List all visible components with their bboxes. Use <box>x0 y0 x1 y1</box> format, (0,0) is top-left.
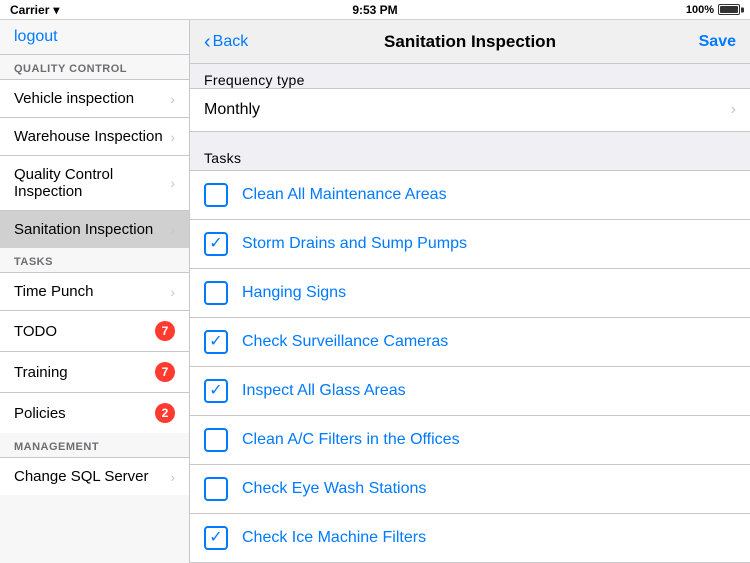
save-button[interactable]: Save <box>699 33 736 51</box>
policies-badge: 2 <box>155 403 175 423</box>
status-carrier: Carrier ▾ <box>10 3 59 17</box>
status-bar: Carrier ▾ 9:53 PM 100% <box>0 0 750 20</box>
task-label-check-surveillance[interactable]: Check Surveillance Cameras <box>242 333 448 351</box>
chevron-right-icon: › <box>170 469 175 485</box>
task-checkbox-check-surveillance[interactable]: ✓ <box>204 330 228 354</box>
task-checkbox-check-eyewash[interactable] <box>204 477 228 501</box>
frequency-section-header: Frequency type <box>190 64 750 88</box>
sidebar-logout-section: logout <box>0 20 189 55</box>
task-label-storm-drains[interactable]: Storm Drains and Sump Pumps <box>242 235 467 253</box>
checkmark-icon: ✓ <box>209 334 222 350</box>
training-badge: 7 <box>155 362 175 382</box>
tasks-section-header: Tasks <box>190 140 750 170</box>
task-row: ✓ Inspect All Glass Areas <box>190 366 750 415</box>
nav-bar: ‹ Back Sanitation Inspection Save <box>190 20 750 64</box>
logout-button[interactable]: logout <box>14 28 58 45</box>
chevron-right-icon: › <box>170 284 175 300</box>
task-label-clean-ac[interactable]: Clean A/C Filters in the Offices <box>242 431 460 449</box>
task-row: Clean All Maintenance Areas <box>190 170 750 219</box>
chevron-right-icon: › <box>731 101 736 119</box>
task-label-inspect-glass[interactable]: Inspect All Glass Areas <box>242 382 406 400</box>
todo-badge: 7 <box>155 321 175 341</box>
task-label-check-ice-machine[interactable]: Check Ice Machine Filters <box>242 529 426 547</box>
task-row: Check Eye Wash Stations <box>190 464 750 513</box>
chevron-right-icon: › <box>170 222 175 238</box>
sidebar-section-header-management: Management <box>0 433 189 457</box>
task-row: ✓ Check Surveillance Cameras <box>190 317 750 366</box>
content-area: Frequency type Monthly › Tasks Clean All… <box>190 64 750 563</box>
sidebar-item-training[interactable]: Training 7 <box>0 351 189 392</box>
frequency-row[interactable]: Monthly › <box>190 88 750 132</box>
task-row: ✓ Check Ice Machine Filters <box>190 513 750 562</box>
task-row: ✓ Storm Drains and Sump Pumps <box>190 219 750 268</box>
status-time: 9:53 PM <box>352 3 397 17</box>
sidebar-item-sanitation-inspection[interactable]: Sanitation Inspection › <box>0 210 189 248</box>
task-checkbox-inspect-glass[interactable]: ✓ <box>204 379 228 403</box>
checkmark-icon: ✓ <box>209 236 222 252</box>
task-row: Hanging Signs <box>190 268 750 317</box>
frequency-value: Monthly <box>204 101 260 119</box>
checkmark-icon: ✓ <box>209 530 222 546</box>
task-checkbox-storm-drains[interactable]: ✓ <box>204 232 228 256</box>
sidebar-section-header-quality-control: Quality Control <box>0 55 189 79</box>
tasks-list: Clean All Maintenance Areas ✓ Storm Drai… <box>190 170 750 563</box>
chevron-right-icon: › <box>170 91 175 107</box>
battery-icon <box>718 4 740 15</box>
task-checkbox-clean-ac[interactable] <box>204 428 228 452</box>
nav-title: Sanitation Inspection <box>384 32 556 52</box>
sidebar-item-quality-control-inspection[interactable]: Quality Control Inspection › <box>0 155 189 210</box>
checkmark-icon: ✓ <box>209 383 222 399</box>
status-battery: 100% <box>686 4 740 16</box>
task-checkbox-hanging-signs[interactable] <box>204 281 228 305</box>
app-container: logout Quality Control Vehicle inspectio… <box>0 20 750 563</box>
back-chevron-icon: ‹ <box>204 32 211 52</box>
task-label-check-eyewash[interactable]: Check Eye Wash Stations <box>242 480 426 498</box>
sidebar-item-policies[interactable]: Policies 2 <box>0 392 189 433</box>
task-label-hanging-signs[interactable]: Hanging Signs <box>242 284 346 302</box>
task-checkbox-check-ice-machine[interactable]: ✓ <box>204 526 228 550</box>
sidebar-item-change-sql-server[interactable]: Change SQL Server › <box>0 457 189 495</box>
sidebar-item-todo[interactable]: TODO 7 <box>0 310 189 351</box>
wifi-icon: ▾ <box>53 3 59 17</box>
chevron-right-icon: › <box>170 129 175 145</box>
task-row: Clean A/C Filters in the Offices <box>190 415 750 464</box>
task-checkbox-clean-maintenance[interactable] <box>204 183 228 207</box>
sidebar-section-header-tasks: Tasks <box>0 248 189 272</box>
chevron-right-icon: › <box>170 175 175 191</box>
sidebar-item-time-punch[interactable]: Time Punch › <box>0 272 189 310</box>
task-label-clean-maintenance[interactable]: Clean All Maintenance Areas <box>242 186 447 204</box>
sidebar: logout Quality Control Vehicle inspectio… <box>0 20 190 563</box>
main-content: ‹ Back Sanitation Inspection Save Freque… <box>190 20 750 563</box>
sidebar-item-warehouse-inspection[interactable]: Warehouse Inspection › <box>0 117 189 155</box>
sidebar-item-vehicle-inspection[interactable]: Vehicle inspection › <box>0 79 189 117</box>
back-button[interactable]: ‹ Back <box>204 32 248 52</box>
